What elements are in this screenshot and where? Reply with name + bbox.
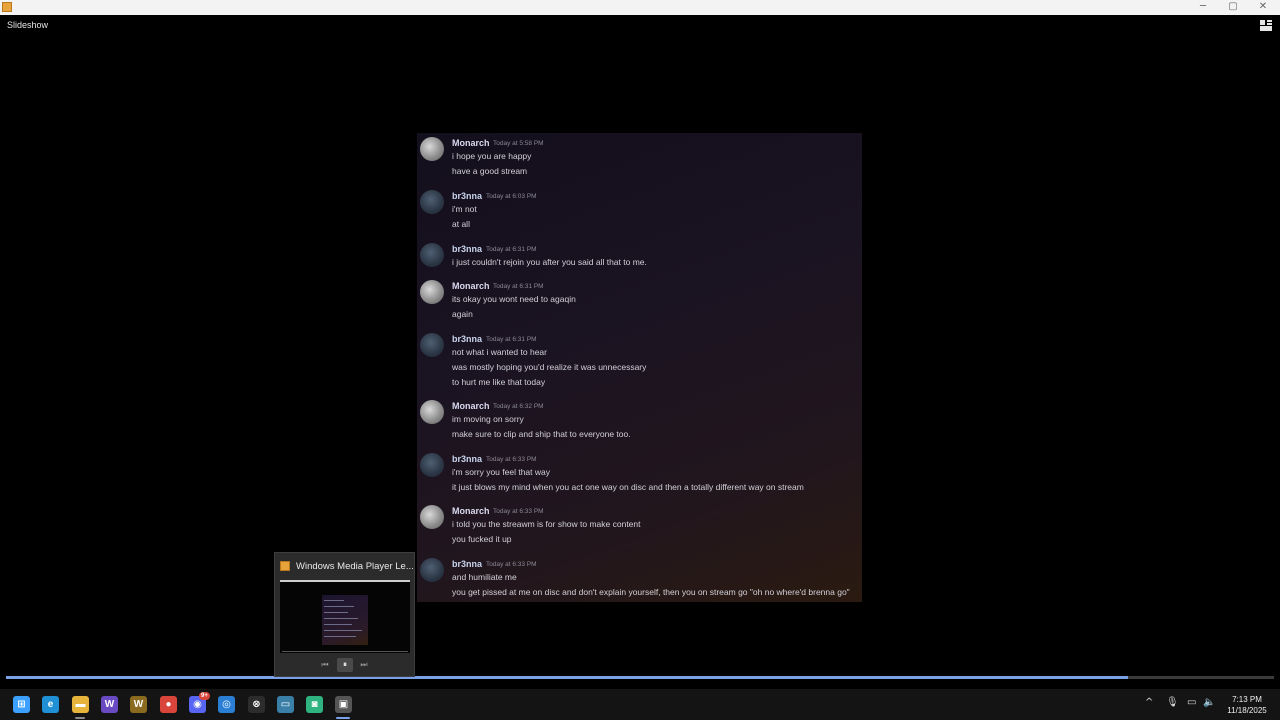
remote-app-icon[interactable]: ▭ [277,696,294,713]
avatar [420,333,444,357]
message-timestamp: Today at 6:33 PM [486,561,537,568]
tray-overflow-chevron-icon[interactable]: ^ [1145,697,1153,708]
start-button-icon[interactable]: ⊞ [13,696,30,713]
clock-time: 7:13 PM [1232,695,1262,704]
message-timestamp: Today at 6:31 PM [486,336,537,343]
thumbnail-image[interactable] [280,580,410,653]
clock-date: 11/18/2025 [1227,706,1267,715]
message-timestamp: Today at 5:58 PM [493,140,544,147]
message-timestamp: Today at 6:33 PM [493,508,544,515]
message-text: have a good stream [452,166,528,176]
running-app-indicator [75,717,85,719]
message-text: again [452,309,473,319]
message-author: br3nna [452,191,483,201]
avatar [420,137,444,161]
message-author: br3nna [452,244,483,254]
volume-icon[interactable]: 🔈 [1203,697,1215,708]
thumbnail-seek-bar [282,651,408,652]
message-text: you get pissed at me on disc and don't e… [452,587,850,597]
message-text: at all [452,219,470,229]
message-author: Monarch [452,138,490,148]
media-player-icon [280,561,290,571]
xbox-app-icon[interactable]: ⊗ [248,696,265,713]
media-player-icon [2,2,12,12]
message-timestamp: Today at 6:31 PM [493,283,544,290]
pause-button[interactable]: ⏸ [337,658,353,672]
word-app-icon[interactable]: W [101,696,118,713]
avatar [420,400,444,424]
avatar [420,505,444,529]
previous-button[interactable]: ⏮ [317,658,333,672]
seek-bar-progress [6,676,1129,679]
message-text: its okay you wont need to agaqin [452,294,576,304]
browser-app-icon[interactable]: ◎ [218,696,235,713]
chrome-app-icon[interactable]: ● [160,696,177,713]
message-timestamp: Today at 6:03 PM [486,193,537,200]
message-timestamp: Today at 6:32 PM [493,403,544,410]
slideshow-label: Slideshow [7,20,49,30]
message-author: br3nna [452,559,483,569]
next-button[interactable]: ⏭ [356,658,372,672]
message-text: it just blows my mind when you act one w… [452,482,804,492]
message-text: i hope you are happy [452,151,532,161]
message-text: to hurt me like that today [452,377,546,387]
running-app-indicator [336,717,350,719]
message-author: Monarch [452,506,490,516]
minimize-button[interactable]: ─ [1188,0,1218,15]
message-author: br3nna [452,334,483,344]
avatar [420,243,444,267]
message-text: not what i wanted to hear [452,347,547,357]
chat-image: Monarch Today at 5:58 PM i hope you are ha… [417,133,862,602]
message-text: i'm sorry you feel that way [452,467,550,477]
close-button[interactable]: ✕ [1248,0,1278,15]
message-text: i'm not [452,204,477,214]
window-title-bar[interactable]: ─ ▢ ✕ [0,0,1280,15]
seek-bar[interactable] [6,676,1274,679]
message-text: i just couldn't rejoin you after you sai… [452,257,647,267]
thumbnail-title: Windows Media Player Le... [296,561,414,572]
microphone-icon[interactable]: 🎙 [1166,697,1179,708]
system-clock[interactable]: 7:13 PM 11/18/2025 [1220,694,1274,716]
message-text: i told you the streawm is for show to ma… [452,519,641,529]
message-timestamp: Today at 6:33 PM [486,456,537,463]
file-explorer-app-icon[interactable]: ▬ [72,696,89,713]
maximize-button[interactable]: ▢ [1218,0,1248,15]
message-text: im moving on sorry [452,414,524,424]
message-text: you fucked it up [452,534,512,544]
display-icon[interactable]: ▭ [1187,697,1196,708]
android-app-icon[interactable]: ◙ [306,696,323,713]
taskbar: ^ 🎙 ▭ 🔈 7:13 PM 11/18/2025 ⊞ e ▬ W W ● ◉ 9+ ◎ ⊗ ▭ ◙… [0,689,1280,720]
thumbnail-chat-miniature [322,595,368,645]
media-player-app-icon[interactable]: ▣ [335,696,352,713]
notification-badge: 9+ [199,692,210,700]
message-author: br3nna [452,454,483,464]
avatar [420,558,444,582]
layout-toggle-icon[interactable] [1260,20,1272,31]
taskbar-thumbnail-preview[interactable]: Windows Media Player Le... ⏮ ⏸ ⏭ [274,552,415,677]
edge-app-icon[interactable]: e [42,696,59,713]
message-author: Monarch [452,281,490,291]
avatar [420,190,444,214]
avatar [420,280,444,304]
avatar [420,453,444,477]
message-timestamp: Today at 6:31 PM [486,246,537,253]
message-author: Monarch [452,401,490,411]
message-text: make sure to clip and ship that to every… [452,429,631,439]
wow-app-icon[interactable]: W [130,696,147,713]
message-text: and humiliate me [452,572,517,582]
message-text: was mostly hoping you'd realize it was u… [452,362,647,372]
